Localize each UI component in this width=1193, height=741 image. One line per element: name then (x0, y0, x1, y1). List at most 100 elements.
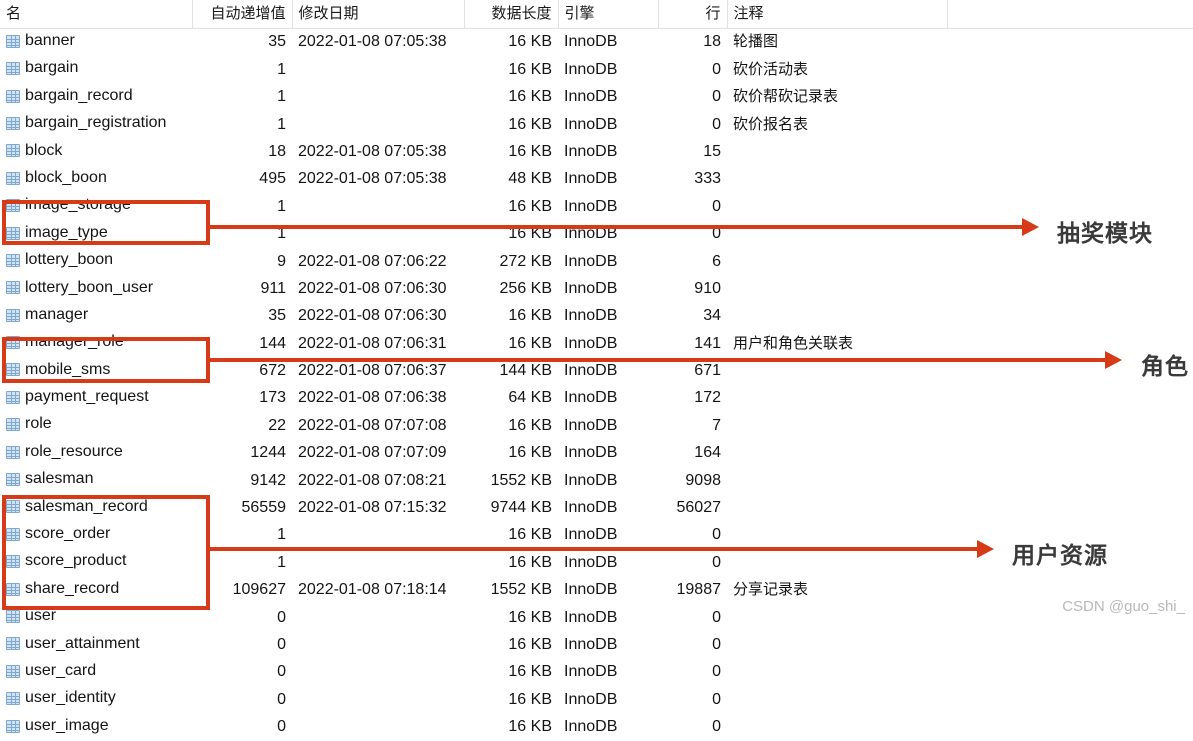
table-row[interactable]: banner352022-01-08 07:05:3816 KBInnoDB18… (0, 29, 1193, 57)
cell-comment (727, 139, 947, 166)
cell-table-name[interactable]: lottery_boon_user (0, 276, 192, 303)
cell-modified-date: 2022-01-08 07:18:14 (292, 577, 464, 604)
cell-table-name[interactable]: score_product (0, 549, 192, 576)
cell-table-name[interactable]: salesman (0, 467, 192, 494)
cell-table-name[interactable]: share_record (0, 577, 192, 604)
table-row[interactable]: user_identity016 KBInnoDB0 (0, 686, 1193, 713)
table-row[interactable]: image_storage116 KBInnoDB0 (0, 193, 1193, 220)
table-row[interactable]: user_image016 KBInnoDB0 (0, 714, 1193, 741)
cell-table-name[interactable]: payment_request (0, 385, 192, 412)
table-name-label: bargain (25, 57, 78, 80)
table-row[interactable]: block_boon4952022-01-08 07:05:3848 KBInn… (0, 166, 1193, 193)
cell-auto-increment: 0 (192, 659, 292, 686)
cell-table-name[interactable]: mobile_sms (0, 358, 192, 385)
cell-auto-increment: 1 (192, 56, 292, 83)
cell-table-name[interactable]: user_image (0, 714, 192, 741)
cell-table-name[interactable]: image_type (0, 221, 192, 248)
table-grid-icon (6, 309, 20, 322)
cell-table-name[interactable]: block (0, 139, 192, 166)
column-header-data-length[interactable]: 数据长度 (464, 0, 558, 29)
column-header-comment[interactable]: 注释 (727, 0, 947, 29)
cell-table-name[interactable]: salesman_record (0, 495, 192, 522)
cell-table-name[interactable]: user_attainment (0, 632, 192, 659)
cell-filler (947, 166, 1193, 193)
table-name-label: bargain_registration (25, 112, 166, 135)
cell-data-length: 16 KB (464, 522, 558, 549)
cell-table-name[interactable]: user (0, 604, 192, 631)
cell-filler (947, 303, 1193, 330)
cell-table-name[interactable]: bargain_record (0, 84, 192, 111)
table-row[interactable]: block182022-01-08 07:05:3816 KBInnoDB15 (0, 139, 1193, 166)
table-row[interactable]: user016 KBInnoDB0 (0, 604, 1193, 631)
cell-table-name[interactable]: user_identity (0, 686, 192, 713)
table-row[interactable]: lottery_boon92022-01-08 07:06:22272 KBIn… (0, 248, 1193, 275)
cell-engine: InnoDB (558, 29, 658, 57)
cell-table-name[interactable]: role (0, 412, 192, 439)
cell-auto-increment: 9 (192, 248, 292, 275)
cell-table-name[interactable]: manager_role (0, 330, 192, 357)
column-header-rows[interactable]: 行 (658, 0, 727, 29)
table-row[interactable]: manager_role1442022-01-08 07:06:3116 KBI… (0, 330, 1193, 357)
column-header-auto-increment[interactable]: 自动递增值 (192, 0, 292, 29)
table-name-label: score_order (25, 523, 110, 546)
table-grid-icon (6, 610, 20, 623)
cell-rows: 0 (658, 56, 727, 83)
cell-table-name[interactable]: lottery_boon (0, 248, 192, 275)
table-row[interactable]: bargain_record116 KBInnoDB0砍价帮砍记录表 (0, 84, 1193, 111)
cell-filler (947, 111, 1193, 138)
table-row[interactable]: bargain_registration116 KBInnoDB0砍价报名表 (0, 111, 1193, 138)
column-header-modified-date[interactable]: 修改日期 (292, 0, 464, 29)
cell-engine: InnoDB (558, 412, 658, 439)
watermark: CSDN @guo_shi_ (1062, 598, 1185, 615)
cell-modified-date: 2022-01-08 07:05:38 (292, 139, 464, 166)
cell-engine: InnoDB (558, 440, 658, 467)
table-name-label: payment_request (25, 386, 149, 409)
table-row[interactable]: salesman_record565592022-01-08 07:15:329… (0, 495, 1193, 522)
cell-engine: InnoDB (558, 686, 658, 713)
table-row[interactable]: user_card016 KBInnoDB0 (0, 659, 1193, 686)
cell-table-name[interactable]: banner (0, 29, 192, 57)
cell-comment (727, 686, 947, 713)
table-row[interactable]: lottery_boon_user9112022-01-08 07:06:302… (0, 276, 1193, 303)
annotation-arrow-head-lottery (1022, 218, 1039, 236)
table-row[interactable]: role222022-01-08 07:07:0816 KBInnoDB7 (0, 412, 1193, 439)
table-row[interactable]: user_attainment016 KBInnoDB0 (0, 632, 1193, 659)
table-grid-icon (6, 473, 20, 486)
table-row[interactable]: manager352022-01-08 07:06:3016 KBInnoDB3… (0, 303, 1193, 330)
cell-table-name[interactable]: image_storage (0, 193, 192, 220)
cell-auto-increment: 0 (192, 714, 292, 741)
cell-table-name[interactable]: score_order (0, 522, 192, 549)
table-name-label: share_record (25, 578, 119, 601)
cell-data-length: 16 KB (464, 632, 558, 659)
cell-engine: InnoDB (558, 166, 658, 193)
cell-modified-date: 2022-01-08 07:06:38 (292, 385, 464, 412)
cell-table-name[interactable]: bargain (0, 56, 192, 83)
cell-rows: 333 (658, 166, 727, 193)
table-row[interactable]: payment_request1732022-01-08 07:06:3864 … (0, 385, 1193, 412)
cell-engine: InnoDB (558, 193, 658, 220)
table-grid-icon (6, 172, 20, 185)
column-header-engine[interactable]: 引擎 (558, 0, 658, 29)
cell-table-name[interactable]: user_card (0, 659, 192, 686)
table-grid-icon (6, 637, 20, 650)
cell-data-length: 272 KB (464, 248, 558, 275)
table-row[interactable]: bargain116 KBInnoDB0砍价活动表 (0, 56, 1193, 83)
column-header-name[interactable]: 名 (0, 0, 192, 29)
table-row[interactable]: share_record1096272022-01-08 07:18:14155… (0, 577, 1193, 604)
table-name-label: image_storage (25, 194, 131, 217)
cell-comment (727, 440, 947, 467)
cell-table-name[interactable]: block_boon (0, 166, 192, 193)
table-row[interactable]: role_resource12442022-01-08 07:07:0916 K… (0, 440, 1193, 467)
cell-modified-date (292, 686, 464, 713)
cell-engine: InnoDB (558, 549, 658, 576)
table-grid-icon (6, 90, 20, 103)
cell-table-name[interactable]: manager (0, 303, 192, 330)
cell-engine: InnoDB (558, 522, 658, 549)
table-row[interactable]: salesman91422022-01-08 07:08:211552 KBIn… (0, 467, 1193, 494)
table-grid-icon (6, 720, 20, 733)
cell-modified-date: 2022-01-08 07:06:22 (292, 248, 464, 275)
cell-table-name[interactable]: bargain_registration (0, 111, 192, 138)
cell-table-name[interactable]: role_resource (0, 440, 192, 467)
cell-comment: 砍价活动表 (727, 56, 947, 83)
table-name-label: manager_role (25, 331, 124, 354)
